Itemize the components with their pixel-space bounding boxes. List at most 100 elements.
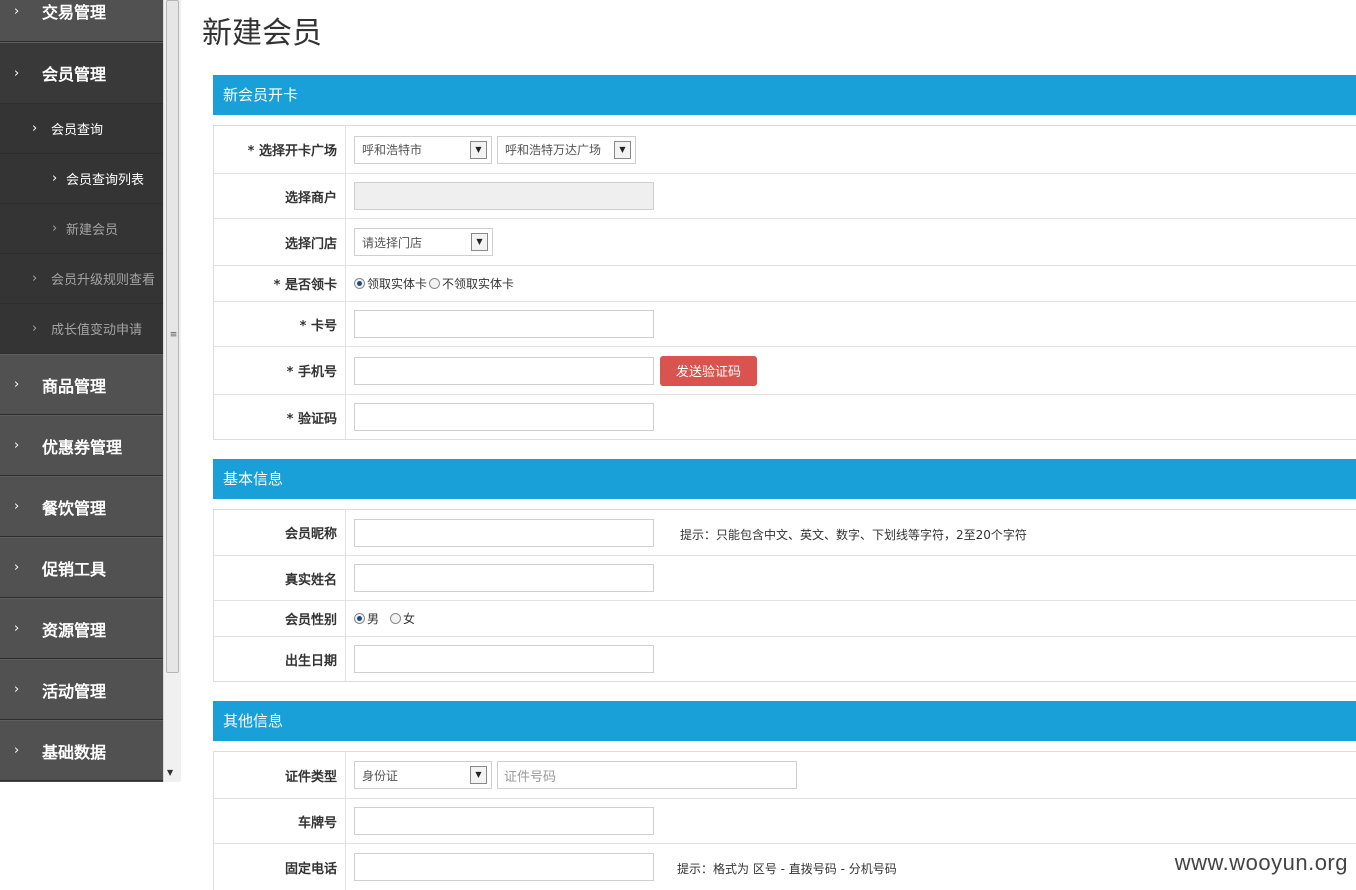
- row-getcard: * 是否领卡 领取实体卡 不领取实体卡: [214, 266, 1356, 302]
- row-store: 选择门店 请选择门店 ▼: [214, 219, 1356, 266]
- sidebar-item-label: 餐饮管理: [42, 498, 107, 518]
- radio-unchecked-icon[interactable]: [390, 613, 402, 624]
- idtype-field: 身份证 ▼ 证件号码: [354, 752, 797, 798]
- sidebar-item-label: 资源管理: [42, 620, 107, 640]
- scrollbar-thumb[interactable]: ≡: [166, 0, 179, 673]
- row-merchant: 选择商户: [214, 174, 1356, 219]
- sidebar-item-member-query-list[interactable]: › 会员查询列表: [0, 154, 163, 204]
- sidebar-item-label: 基础数据: [42, 742, 107, 762]
- realname-field: [354, 556, 654, 600]
- sidebar-item-label: 促销工具: [42, 559, 107, 579]
- plaza-label: * 选择开卡广场: [214, 126, 346, 173]
- grip-icon: ≡: [169, 330, 178, 340]
- city-select-value: 呼和浩特市: [362, 143, 423, 157]
- chevron-right-icon: ›: [14, 438, 20, 453]
- chevron-right-icon: ›: [14, 499, 20, 514]
- sidebar-item-base-data[interactable]: › 基础数据: [0, 720, 163, 781]
- sidebar-item-resources[interactable]: › 资源管理: [0, 598, 163, 659]
- chevron-right-icon: ›: [52, 221, 58, 236]
- sidebar-item-activity[interactable]: › 活动管理: [0, 659, 163, 720]
- radio-physical-card[interactable]: 领取实体卡: [354, 275, 427, 292]
- idtype-label: 证件类型: [214, 752, 346, 798]
- row-gender: 会员性别 男 女: [214, 601, 1356, 637]
- sidebar-item-catering[interactable]: › 餐饮管理: [0, 476, 163, 537]
- plaza-select[interactable]: 呼和浩特万达广场 ▼: [497, 135, 636, 164]
- chevron-right-icon: ›: [14, 377, 20, 392]
- idno-input[interactable]: 证件号码: [497, 761, 797, 789]
- sidebar-item-new-member[interactable]: › 新建会员: [0, 204, 163, 254]
- section-header-other: 其他信息: [213, 701, 1356, 741]
- gender-field: 男 女: [354, 601, 415, 636]
- nickname-input[interactable]: [354, 518, 654, 547]
- chevron-right-icon: ›: [14, 4, 20, 19]
- radio-physical-label: 领取实体卡: [367, 277, 428, 291]
- cardno-label: * 卡号: [214, 302, 346, 346]
- sidebar-item-promotion[interactable]: › 促销工具: [0, 537, 163, 598]
- sidebar-item-label: 会员查询列表: [66, 173, 145, 188]
- getcard-field: 领取实体卡 不领取实体卡: [354, 266, 514, 301]
- merchant-label: 选择商户: [214, 174, 346, 218]
- row-code: * 验证码: [214, 395, 1356, 439]
- phone-input[interactable]: [354, 356, 654, 385]
- store-select[interactable]: 请选择门店 ▼: [354, 228, 493, 256]
- send-code-button[interactable]: 发送验证码: [660, 355, 758, 386]
- section-header-card: 新会员开卡: [213, 75, 1356, 115]
- row-idtype: 证件类型 身份证 ▼ 证件号码: [214, 752, 1356, 799]
- sidebar-scrollbar[interactable]: ≡ ▼: [163, 0, 181, 782]
- sidebar-item-goods[interactable]: › 商品管理: [0, 354, 163, 415]
- radio-male[interactable]: 男: [354, 610, 379, 627]
- sidebar-item-member[interactable]: › 会员管理: [0, 42, 163, 104]
- chevron-right-icon: ›: [14, 621, 20, 636]
- chevron-right-icon: ›: [14, 682, 20, 697]
- sidebar-item-label: 活动管理: [42, 681, 107, 701]
- sidebar-item-coupon[interactable]: › 优惠券管理: [0, 415, 163, 476]
- sidebar-item-growth-apply[interactable]: › 成长值变动申请: [0, 304, 163, 354]
- row-plaza: * 选择开卡广场 呼和浩特市 ▼ 呼和浩特万达广场 ▼: [214, 126, 1356, 174]
- radio-checked-icon[interactable]: [354, 613, 365, 624]
- scroll-down-arrow-icon[interactable]: ▼: [167, 768, 173, 777]
- cardno-field: [354, 302, 654, 346]
- nickname-label: 会员昵称: [214, 510, 346, 555]
- sidebar-item-member-query[interactable]: › 会员查询: [0, 104, 163, 154]
- chevron-down-icon: ▼: [470, 766, 487, 784]
- plate-input[interactable]: [354, 807, 654, 835]
- cardno-input[interactable]: [354, 310, 654, 338]
- radio-checked-icon[interactable]: [354, 278, 365, 289]
- card-form: * 选择开卡广场 呼和浩特市 ▼ 呼和浩特万达广场 ▼ 选择商户 选择门店 请选…: [213, 125, 1356, 440]
- sidebar-item-trade[interactable]: › 交易管理: [0, 0, 163, 42]
- basic-form: 会员昵称 提示：只能包含中文、英文、数字、下划线等字符，2至20个字符 真实姓名…: [213, 509, 1356, 682]
- sidebar-item-label: 会员升级规则查看: [51, 273, 156, 288]
- section-header-basic: 基本信息: [213, 459, 1356, 499]
- landline-field: [354, 844, 654, 890]
- sidebar: › 交易管理 › 会员管理 › 会员查询 › 会员查询列表 › 新建会员 › 会员升级规则查…: [0, 0, 163, 782]
- code-input[interactable]: [354, 403, 654, 431]
- nickname-hint: 提示：只能包含中文、英文、数字、下划线等字符，2至20个字符: [680, 528, 1027, 542]
- merchant-field: [354, 174, 654, 218]
- watermark: www.wooyun.org: [1174, 850, 1348, 875]
- idtype-select[interactable]: 身份证 ▼: [354, 761, 492, 789]
- landline-hint: 提示：格式为 区号 - 直拨号码 - 分机号码: [677, 862, 897, 876]
- code-label: * 验证码: [214, 395, 346, 439]
- realname-input[interactable]: [354, 564, 654, 592]
- landline-input[interactable]: [354, 853, 654, 881]
- sidebar-item-label: 新建会员: [66, 223, 119, 238]
- city-select[interactable]: 呼和浩特市 ▼: [354, 135, 492, 164]
- radio-male-label: 男: [367, 612, 380, 626]
- radio-unchecked-icon[interactable]: [429, 278, 441, 289]
- app-root: › 交易管理 › 会员管理 › 会员查询 › 会员查询列表 › 新建会员 › 会员升级规则查…: [0, 0, 1356, 890]
- chevron-down-icon: ▼: [471, 233, 488, 251]
- gender-label: 会员性别: [214, 601, 346, 636]
- chevron-right-icon: ›: [14, 560, 20, 575]
- store-label: 选择门店: [214, 219, 346, 265]
- birthday-label: 出生日期: [214, 637, 346, 681]
- sidebar-item-upgrade-rules[interactable]: › 会员升级规则查看: [0, 254, 163, 304]
- birthday-input[interactable]: [354, 645, 654, 673]
- plate-label: 车牌号: [214, 799, 346, 843]
- sidebar-item-label: 会员查询: [51, 123, 104, 138]
- merchant-input[interactable]: [354, 182, 654, 210]
- chevron-down-icon: ▼: [470, 140, 487, 159]
- sidebar-item-label: 优惠券管理: [42, 437, 123, 457]
- radio-female[interactable]: 女: [390, 610, 415, 627]
- getcard-label: * 是否领卡: [214, 266, 346, 301]
- radio-no-physical-card[interactable]: 不领取实体卡: [429, 275, 514, 292]
